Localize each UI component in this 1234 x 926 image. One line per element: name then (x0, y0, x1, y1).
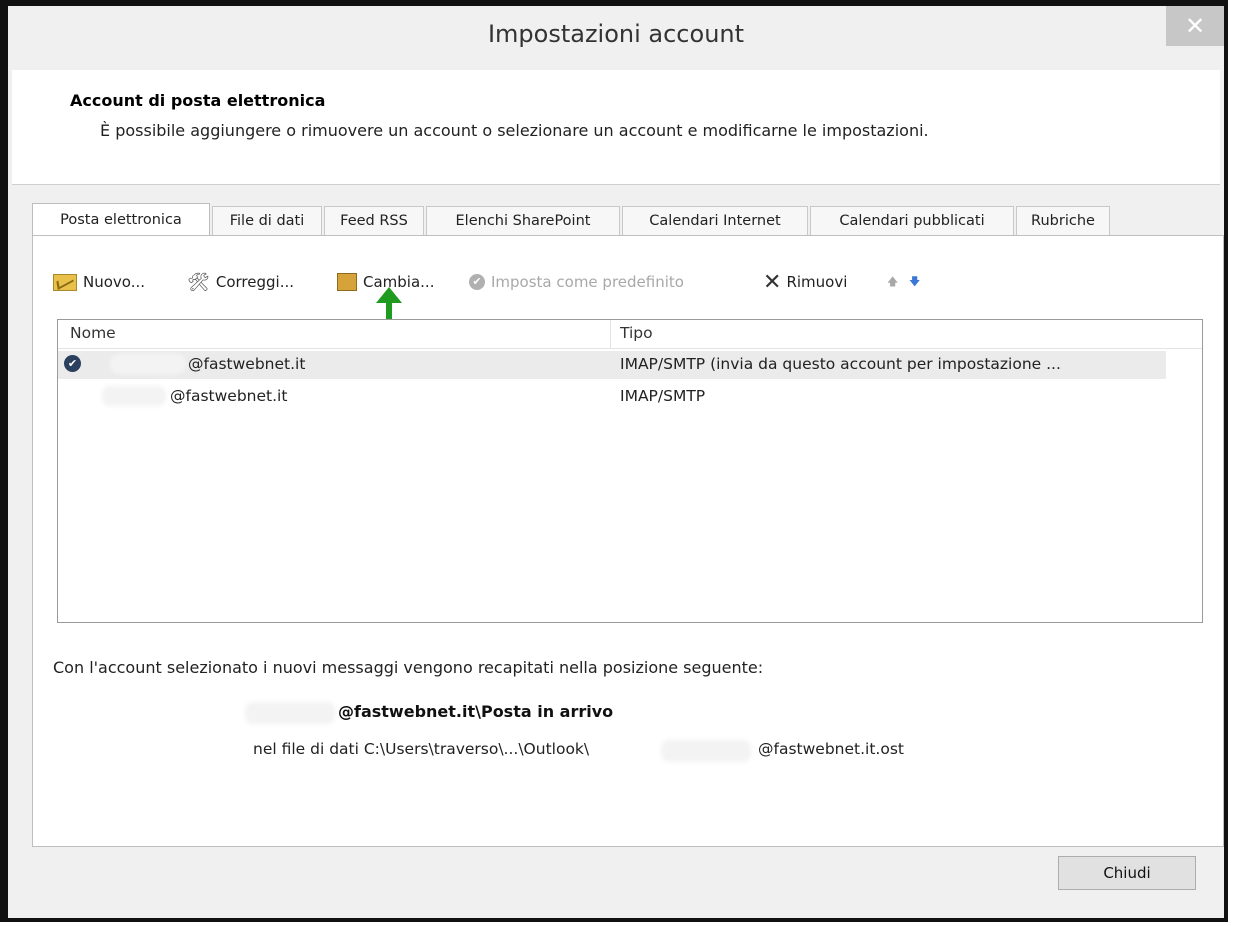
remove-button-label: Rimuovi (786, 273, 848, 291)
header-title: Account di posta elettronica (70, 91, 326, 110)
window-close-button[interactable]: ✕ (1166, 6, 1224, 46)
set-default-button[interactable]: ✔ Imposta come predefinito (469, 270, 684, 294)
new-button-label: Nuovo... (83, 273, 145, 291)
new-button[interactable]: Nuovo... (53, 270, 145, 294)
tab-elenchi-sharepoint[interactable]: Elenchi SharePoint (426, 206, 620, 236)
set-default-button-label: Imposta come predefinito (491, 273, 684, 291)
account-name: @fastwebnet.it (188, 355, 306, 373)
account-row[interactable]: ✔ @fastwebnet.it IMAP/SMTP (invia da que… (58, 351, 1166, 379)
tab-file-di-dati[interactable]: File di dati (212, 206, 322, 236)
delivery-file-suffix: @fastwebnet.it.ost (758, 740, 904, 758)
tab-posta-elettronica[interactable]: Posta elettronica (32, 203, 210, 236)
tab-calendari-pubblicati[interactable]: Calendari pubblicati (810, 206, 1014, 236)
delivery-file-path: nel file di dati C:\Users\traverso\...\O… (253, 740, 590, 758)
remove-button[interactable]: ✕ Rimuovi (763, 269, 848, 295)
accounts-list[interactable]: Nome Tipo ✔ @fastwebnet.it IMAP/SMTP (in… (57, 319, 1203, 623)
new-account-icon (53, 273, 77, 291)
move-down-button[interactable]: 🡇 (909, 270, 920, 294)
tab-calendari-internet[interactable]: Calendari Internet (622, 206, 808, 236)
column-header-type[interactable]: Tipo (620, 324, 653, 342)
account-type: IMAP/SMTP (invia da questo account per i… (620, 355, 1061, 373)
account-name: @fastwebnet.it (170, 387, 288, 405)
dialog-header: Account di posta elettronica È possibile… (12, 70, 1220, 185)
move-up-button[interactable]: 🡅 (887, 270, 898, 294)
redacted-username (102, 386, 166, 406)
check-icon: ✔ (469, 274, 485, 290)
delivery-info-text: Con l'account selezionato i nuovi messag… (53, 658, 764, 677)
column-divider (610, 320, 611, 348)
accounts-list-header: Nome Tipo (58, 320, 1202, 349)
header-description: È possibile aggiungere o rimuovere un ac… (100, 121, 929, 140)
repair-button-label: Correggi... (215, 273, 294, 291)
column-header-name[interactable]: Nome (70, 324, 116, 342)
close-button[interactable]: Chiudi (1058, 856, 1196, 890)
repair-button[interactable]: 🛠 Correggi... (187, 270, 294, 294)
account-settings-dialog: Impostazioni account ✕ Account di posta … (0, 0, 1228, 922)
redacted-username (245, 702, 335, 724)
email-tab-panel: Nuovo... 🛠 Correggi... Cambia... ✔ Impos… (32, 235, 1224, 847)
tab-feed-rss[interactable]: Feed RSS (324, 206, 424, 236)
redacted-username (110, 354, 186, 374)
remove-x-icon: ✕ (763, 269, 782, 295)
default-account-icon: ✔ (64, 355, 81, 372)
title-bar: Impostazioni account ✕ (8, 6, 1224, 70)
change-account-icon (337, 273, 357, 291)
tab-rubriche[interactable]: Rubriche (1016, 206, 1110, 236)
redacted-username (661, 740, 751, 762)
account-type: IMAP/SMTP (620, 387, 706, 405)
delivery-mailbox: @fastwebnet.it\Posta in arrivo (338, 702, 614, 721)
repair-tools-icon: 🛠 (187, 271, 210, 293)
window-title: Impostazioni account (487, 20, 745, 48)
account-row[interactable]: @fastwebnet.it IMAP/SMTP (58, 383, 1166, 411)
